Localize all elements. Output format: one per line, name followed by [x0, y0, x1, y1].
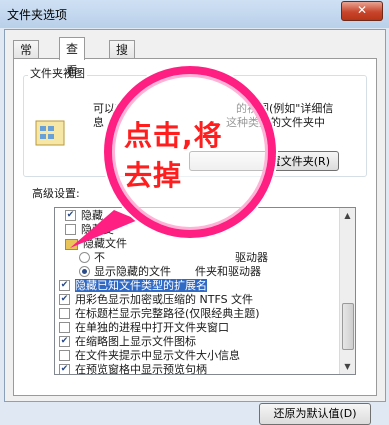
list-item[interactable]: 显示隐藏的文件 件夹和驱动器: [79, 265, 261, 279]
list-item[interactable]: 在标题栏显示完整路径(仅限经典主题): [59, 307, 260, 321]
annotation-pointer: [70, 210, 138, 248]
radio-button[interactable]: [79, 265, 90, 277]
tab-search[interactable]: 搜索: [109, 40, 136, 75]
annotation-line1: 点击,将: [124, 119, 223, 152]
list-item[interactable]: 在单独的进程中打开文件夹窗口: [59, 321, 229, 335]
checkbox[interactable]: ✔: [59, 363, 70, 374]
tab-general[interactable]: 常规: [13, 40, 40, 75]
window-title: 文件夹选项: [7, 8, 68, 22]
annotation-text: 点击,将 去掉: [124, 116, 254, 196]
list-item[interactable]: ✔ 用彩色显示加密或压缩的 NTFS 文件: [59, 293, 253, 307]
folder-view-icon: [35, 120, 65, 146]
list-item[interactable]: 不驱动器: [79, 251, 268, 265]
list-item[interactable]: 在文件夹提示中显示文件大小信息: [59, 349, 240, 363]
checkbox[interactable]: ✔: [59, 335, 70, 347]
title-bar: 文件夹选项 ✕: [0, 0, 389, 28]
scrollbar[interactable]: ▲ ▼: [339, 208, 355, 374]
annotation-line2: 去掉: [124, 159, 183, 192]
tab-view[interactable]: 查看: [59, 37, 86, 78]
list-item[interactable]: ✔ 在缩略图上显示文件图标: [59, 335, 196, 349]
scroll-up-arrow-icon[interactable]: ▲: [340, 208, 355, 223]
scroll-thumb[interactable]: [342, 303, 354, 350]
advanced-settings-label: 高级设置:: [32, 187, 80, 200]
selected-item-label: 隐藏已知文件类型的扩展名: [75, 279, 207, 292]
checkbox[interactable]: [59, 321, 70, 333]
folder-view-title: 文件夹视图: [28, 65, 87, 81]
checkbox[interactable]: [59, 349, 70, 361]
radio-button[interactable]: [79, 251, 90, 263]
checkbox[interactable]: [59, 307, 70, 319]
checkbox[interactable]: ✔: [59, 279, 70, 291]
close-button[interactable]: ✕: [341, 1, 383, 21]
checkbox[interactable]: ✔: [59, 293, 70, 305]
list-item[interactable]: ✔ 在预览窗格中显示预览句柄: [59, 363, 207, 374]
scroll-down-arrow-icon[interactable]: ▼: [340, 359, 355, 374]
description-line2-start: 息: [93, 116, 104, 129]
list-item[interactable]: ✔ 隐藏已知文件类型的扩展名: [59, 279, 207, 293]
restore-defaults-button[interactable]: 还原为默认值(D): [259, 403, 371, 425]
